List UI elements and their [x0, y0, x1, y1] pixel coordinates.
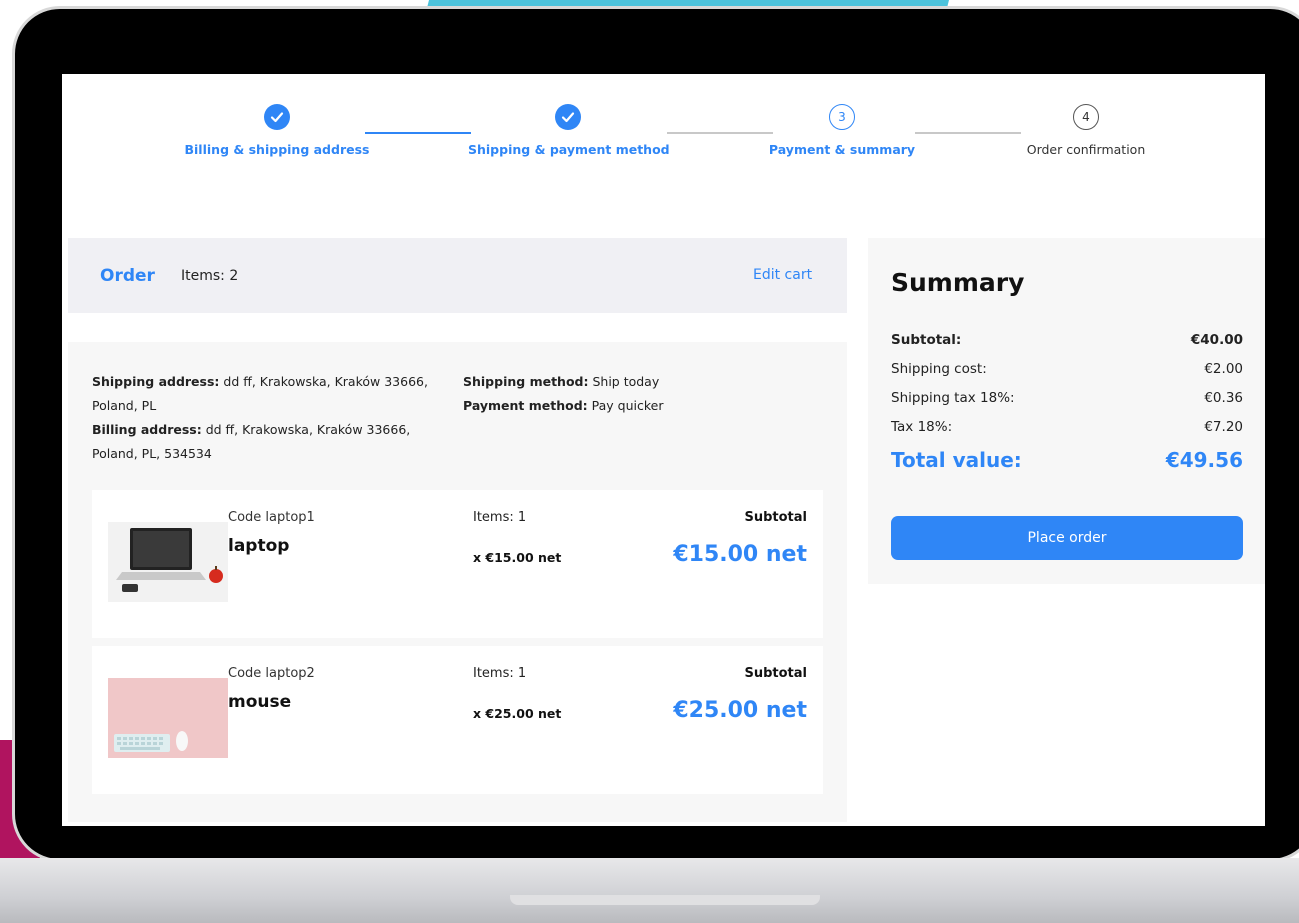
- item-unit-price: x €15.00 net: [473, 550, 562, 565]
- item-subtotal-value: €15.00 net: [673, 542, 807, 567]
- shipping-address: Shipping address: dd ff, Krakowska, Krak…: [92, 370, 452, 418]
- order-summary: Summary Subtotal: €40.00 Shipping cost: …: [868, 238, 1265, 584]
- order-title: Order: [100, 266, 155, 286]
- step-connector-1: [365, 132, 471, 134]
- summary-shipping-tax-value: €0.36: [1204, 390, 1243, 406]
- order-items-count: Items: 2: [181, 268, 239, 284]
- step-shipping-payment[interactable]: Shipping & payment method: [468, 104, 670, 157]
- summary-total-row: Total value: €49.56: [891, 448, 1243, 472]
- item-subtotal-value: €25.00 net: [673, 698, 807, 723]
- item-name: laptop: [228, 536, 290, 556]
- payment-method-value: Pay quicker: [587, 398, 664, 413]
- payment-method-label: Payment method:: [463, 398, 588, 413]
- summary-shipping-row: Shipping cost: €2.00: [891, 361, 1243, 377]
- place-order-button[interactable]: Place order: [891, 516, 1243, 560]
- summary-subtotal-value: €40.00: [1190, 332, 1243, 348]
- laptop-product-image: [108, 522, 228, 602]
- step-billing-shipping[interactable]: Billing & shipping address: [177, 104, 377, 157]
- step-label: Billing & shipping address: [184, 142, 370, 157]
- cart-item: Code laptop2 mouse Items: 1 x €25.00 net…: [92, 646, 823, 794]
- item-subtotal-label: Subtotal: [744, 666, 807, 681]
- summary-tax-value: €7.20: [1204, 419, 1243, 435]
- shipping-method-label: Shipping method:: [463, 374, 589, 389]
- shipping-address-label: Shipping address:: [92, 374, 220, 389]
- item-name: mouse: [228, 692, 292, 712]
- address-block: Shipping address: dd ff, Krakowska, Krak…: [92, 370, 452, 466]
- payment-method: Payment method: Pay quicker: [463, 394, 763, 418]
- shipping-method-value: Ship today: [588, 374, 660, 389]
- step-label: Payment & summary: [768, 142, 916, 157]
- order-details: Shipping address: dd ff, Krakowska, Krak…: [68, 342, 847, 822]
- step-label: Order confirmation: [1026, 142, 1146, 157]
- summary-subtotal-label: Subtotal:: [891, 332, 962, 348]
- order-header: Order Items: 2 Edit cart: [68, 238, 847, 313]
- summary-subtotal-row: Subtotal: €40.00: [891, 332, 1243, 348]
- summary-shipping-label: Shipping cost:: [891, 361, 987, 377]
- step-order-confirmation: 4 Order confirmation: [986, 104, 1186, 157]
- edit-cart-link[interactable]: Edit cart: [753, 267, 812, 283]
- method-block: Shipping method: Ship today Payment meth…: [463, 370, 763, 418]
- summary-shipping-value: €2.00: [1204, 361, 1243, 377]
- summary-shipping-tax-label: Shipping tax 18%:: [891, 390, 1015, 406]
- checkout-screen: Billing & shipping address Shipping & pa…: [62, 74, 1265, 826]
- billing-address: Billing address: dd ff, Krakowska, Krakó…: [92, 418, 452, 466]
- laptop-base: [0, 858, 1299, 923]
- check-icon: [264, 104, 290, 130]
- step-label: Shipping & payment method: [468, 142, 670, 157]
- summary-title: Summary: [891, 268, 1025, 297]
- laptop-hinge: [510, 895, 820, 905]
- summary-tax-row: Tax 18%: €7.20: [891, 419, 1243, 435]
- summary-shipping-tax-row: Shipping tax 18%: €0.36: [891, 390, 1243, 406]
- item-code: Code laptop2: [228, 666, 315, 681]
- step-number: 3: [829, 104, 855, 130]
- item-subtotal-label: Subtotal: [744, 510, 807, 525]
- summary-total-label: Total value:: [891, 448, 1022, 472]
- summary-total-value: €49.56: [1165, 448, 1243, 472]
- billing-address-label: Billing address:: [92, 422, 202, 437]
- cart-item: Code laptop1 laptop Items: 1 x €15.00 ne…: [92, 490, 823, 638]
- step-number: 4: [1073, 104, 1099, 130]
- item-quantity: Items: 1: [473, 510, 527, 525]
- shipping-method: Shipping method: Ship today: [463, 370, 763, 394]
- mouse-product-image: [108, 678, 228, 758]
- item-code: Code laptop1: [228, 510, 315, 525]
- check-icon: [555, 104, 581, 130]
- step-payment-summary[interactable]: 3 Payment & summary: [742, 104, 942, 157]
- item-quantity: Items: 1: [473, 666, 527, 681]
- summary-tax-label: Tax 18%:: [891, 419, 953, 435]
- item-unit-price: x €25.00 net: [473, 706, 562, 721]
